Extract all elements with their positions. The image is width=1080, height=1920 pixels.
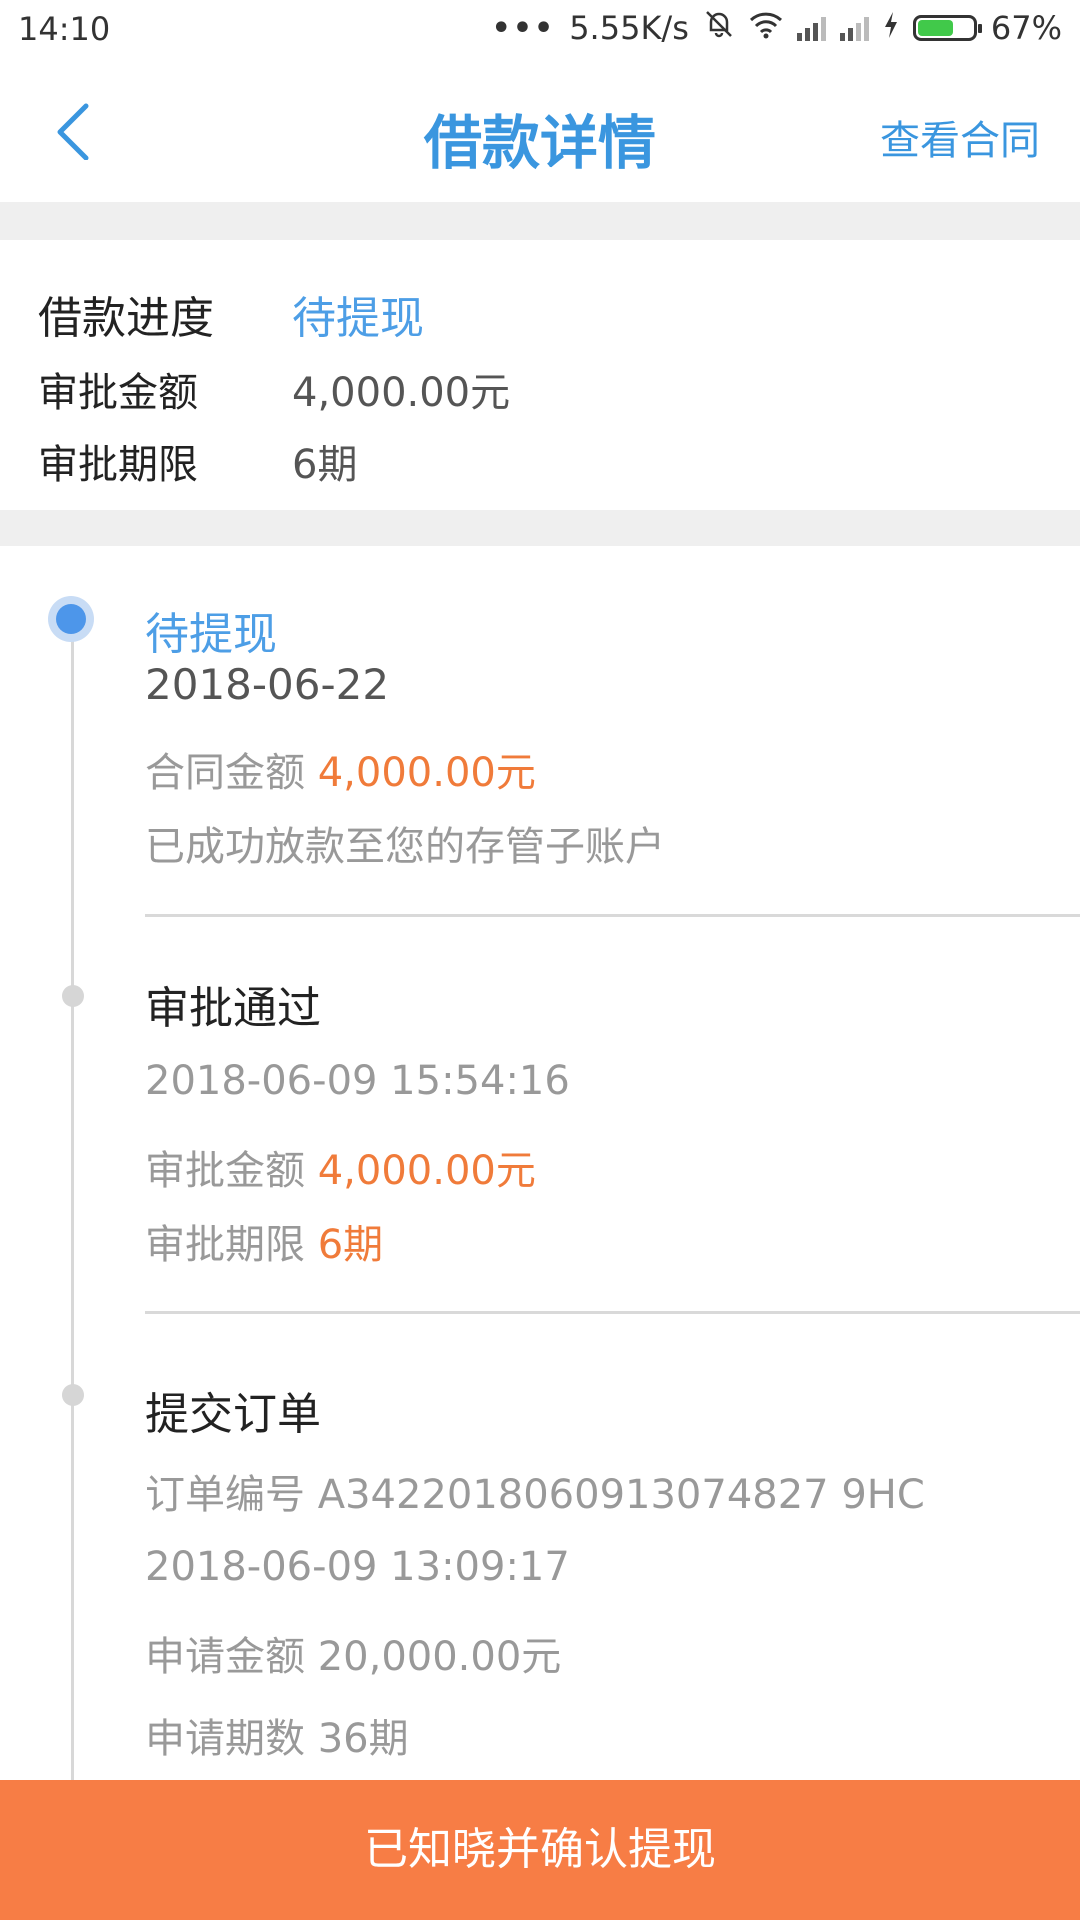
status-time: 14:10 [18, 10, 111, 48]
approval-amount-value: 4,000.00元 [317, 1148, 536, 1194]
timeline-step-title: 审批通过 [145, 983, 321, 1034]
timeline-dot [62, 1384, 84, 1406]
timeline-step-datetime: 2018-06-09 13:09:17 [145, 1544, 570, 1590]
timeline-step-title: 提交订单 [145, 1389, 321, 1440]
contract-amount-label: 合同金额 [145, 750, 305, 796]
more-dots-icon: ••• [491, 10, 556, 46]
approval-term-value: 6期 [317, 1222, 384, 1268]
order-number-row: 订单编号 A3422018060913074827 9HC [145, 1462, 925, 1520]
confirm-withdraw-button[interactable]: 已知晓并确认提现 [0, 1780, 1080, 1920]
contract-amount-value: 4,000.00元 [317, 750, 536, 796]
apply-amount-row: 申请金额 20,000.00元 [145, 1624, 561, 1682]
timeline-step-datetime: 2018-06-09 15:54:16 [145, 1058, 570, 1104]
apply-term-row: 申请期数 36期 [145, 1706, 409, 1764]
approval-amount-label: 审批金额 [145, 1148, 305, 1194]
section-divider [0, 202, 1080, 240]
approved-term-value: 6期 [292, 442, 358, 488]
timeline-divider [145, 914, 1080, 917]
approved-amount-label: 审批金额 [38, 370, 198, 416]
approval-amount-row: 审批金额 4,000.00元 [145, 1138, 536, 1196]
apply-amount-value: 20,000.00元 [317, 1634, 562, 1680]
disbursement-note: 已成功放款至您的存管子账户 [145, 824, 665, 870]
network-speed: 5.55K/s [569, 9, 689, 47]
order-number-value: A3422018060913074827 9HC [317, 1472, 925, 1518]
charging-icon [883, 9, 899, 47]
progress-label: 借款进度 [38, 293, 214, 344]
progress-value: 待提现 [292, 293, 424, 344]
approval-term-row: 审批期限 6期 [145, 1212, 383, 1270]
section-divider [0, 510, 1080, 546]
summary-amount-row: 审批金额 4,000.00元 [38, 360, 510, 418]
summary-progress-row: 借款进度 待提现 [38, 282, 424, 346]
view-contract-link[interactable]: 查看合同 [880, 108, 1040, 166]
timeline-step-date: 2018-06-22 [145, 660, 390, 709]
timeline-active-dot [48, 596, 94, 642]
nav-bar: 借款详情 查看合同 [0, 62, 1080, 202]
mute-bell-icon [703, 8, 735, 48]
timeline-dot [62, 985, 84, 1007]
approval-term-label: 审批期限 [145, 1222, 305, 1268]
wifi-icon [749, 9, 783, 47]
battery-percent: 67% [990, 9, 1062, 47]
status-bar: 14:10 ••• 5.55K/s 67% [0, 0, 1080, 62]
apply-term-value: 36期 [317, 1716, 409, 1762]
contract-amount-row: 合同金额 4,000.00元 [145, 740, 536, 798]
signal-icon [839, 15, 869, 41]
timeline-line [71, 620, 74, 1780]
battery-icon [912, 15, 982, 41]
status-icons: ••• 5.55K/s 67% [492, 8, 1062, 48]
timeline-divider [145, 1311, 1080, 1314]
apply-term-label: 申请期数 [145, 1716, 305, 1762]
order-number-label: 订单编号 [145, 1472, 305, 1518]
signal-icon [796, 15, 826, 41]
timeline-step-title: 待提现 [145, 609, 277, 660]
apply-amount-label: 申请金额 [145, 1634, 305, 1680]
approved-amount-value: 4,000.00元 [292, 370, 511, 416]
summary-term-row: 审批期限 6期 [38, 432, 357, 490]
approved-term-label: 审批期限 [38, 442, 198, 488]
